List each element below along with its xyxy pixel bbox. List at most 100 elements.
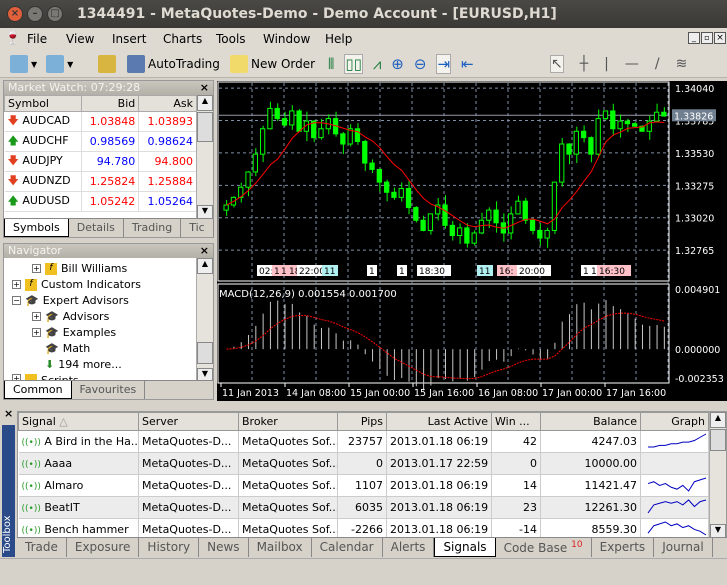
nav-bill-williams[interactable]: + f Bill Williams [32, 262, 127, 275]
price-chart[interactable]: 1.340401.337851.335301.332751.330201.327… [217, 81, 727, 401]
menu-tools[interactable]: Tools [216, 32, 246, 46]
tab-trading[interactable]: Trading [124, 219, 182, 237]
col-broker[interactable]: Broker [238, 412, 338, 431]
signal-row[interactable]: ((•)) Aaaa MetaQuotes-D... MetaQuotes So… [18, 452, 709, 475]
navigator-tabs: Common Favourites [4, 380, 213, 399]
close-icon[interactable]: × [200, 81, 209, 95]
col-balance[interactable]: Balance [540, 412, 641, 431]
new-chart-icon[interactable] [10, 55, 28, 73]
menu-view[interactable]: View [66, 32, 94, 46]
nav-expert-advisors[interactable]: − 🎓 Expert Advisors [12, 294, 129, 307]
vertical-line-icon[interactable]: | [604, 56, 609, 72]
menu-charts[interactable]: Charts [163, 32, 202, 46]
maximize-window-button[interactable]: □ [47, 6, 63, 22]
autoscroll-icon[interactable]: ⇥ [436, 54, 452, 74]
balance-cell: 10000.00 [540, 452, 641, 475]
signals-scrollbar[interactable]: ▲ ▼ [709, 412, 726, 538]
signal-broadcast-icon: ((•)) [21, 482, 41, 492]
tab-history[interactable]: History [139, 538, 200, 557]
zoom-out-icon[interactable]: ⊖ [414, 55, 427, 73]
col-win[interactable]: Win ... [491, 412, 541, 431]
tab-news[interactable]: News [199, 538, 249, 557]
line-chart-icon[interactable]: ⩘ [373, 55, 381, 73]
market-watch-row[interactable]: 🡇 AUDCAD 1.03848 1.03893 [4, 111, 197, 132]
status-bar [0, 558, 727, 585]
crosshair-icon[interactable]: ┼ [580, 56, 588, 72]
horizontal-line-icon[interactable]: — [625, 56, 639, 72]
nav-math[interactable]: 🎓 Math [45, 342, 90, 355]
col-last-active[interactable]: Last Active [386, 412, 492, 431]
new-order-icon [230, 55, 248, 73]
tab-favourites[interactable]: Favourites [72, 381, 146, 399]
tab-ticks[interactable]: Tic [181, 219, 214, 237]
close-icon[interactable]: × [4, 407, 13, 420]
trendline-icon[interactable]: / [655, 56, 660, 72]
tab-exposure[interactable]: Exposure [67, 538, 140, 557]
win-cell: 42 [491, 430, 541, 453]
menu-file[interactable]: File [27, 32, 47, 46]
candle-body [427, 213, 434, 231]
mdi-minimize-button[interactable]: _ [688, 32, 700, 44]
menu-window[interactable]: Window [263, 32, 310, 46]
close-window-button[interactable]: × [7, 6, 23, 22]
col-graph[interactable]: Graph [640, 412, 709, 431]
autotrading-button[interactable]: AutoTrading [127, 53, 220, 75]
navigator-scrollbar[interactable]: ▲ ▼ [196, 258, 213, 384]
tab-alerts[interactable]: Alerts [383, 538, 435, 557]
metaeditor-icon[interactable] [98, 55, 116, 73]
candlestick-icon[interactable]: ▯▯ [344, 54, 363, 74]
tab-journal[interactable]: Journal [654, 538, 713, 557]
candle-body [456, 227, 463, 237]
candle-body [398, 187, 404, 198]
minimize-window-button[interactable]: – [27, 6, 43, 22]
menu-help[interactable]: Help [325, 32, 352, 46]
chart-window[interactable]: 1.34040 1.33785 1.33530 1.33275 1.33020 1.327… [217, 81, 727, 401]
candle-body [544, 229, 550, 239]
menu-insert[interactable]: Insert [112, 32, 146, 46]
tab-trade[interactable]: Trade [17, 538, 67, 557]
tab-experts[interactable]: Experts [592, 538, 655, 557]
market-watch-row[interactable]: 🡅 AUDUSD 1.05242 1.05264 [4, 191, 197, 212]
new-order-button[interactable]: New Order [230, 53, 315, 75]
col-server[interactable]: Server [138, 412, 239, 431]
close-icon[interactable]: × [200, 244, 209, 258]
market-watch-panel: Market Watch: 07:29:28 × Symbol Bid Ask 🡇… [3, 80, 214, 238]
tab-calendar[interactable]: Calendar [312, 538, 383, 557]
col-pips[interactable]: Pips [337, 412, 387, 431]
event-label: 1 [399, 267, 405, 277]
balance-sparkline [644, 453, 709, 471]
profiles-icon[interactable] [46, 55, 65, 73]
cursor-icon[interactable]: ↖ [550, 55, 564, 73]
signal-row[interactable]: ((•)) A Bird in the Ha... MetaQuotes-D..… [18, 430, 709, 453]
signal-row[interactable]: ((•)) BeatIT MetaQuotes-D... MetaQuotes … [18, 496, 709, 519]
nav-custom-indicators[interactable]: + f Custom Indicators [12, 278, 141, 291]
elliott-wave-icon[interactable]: ≋ [676, 56, 688, 72]
mdi-restore-button[interactable]: ▫ [701, 32, 713, 44]
nav-examples[interactable]: + 🎓 Examples [32, 326, 116, 339]
server-cell: MetaQuotes-D... [138, 430, 239, 453]
bar-chart-icon[interactable]: ⫴ [328, 55, 334, 73]
tab-symbols[interactable]: Symbols [4, 219, 69, 237]
chart-shift-icon[interactable]: ⇤ [461, 55, 474, 73]
tab-code-base[interactable]: Code Base 10 [496, 538, 592, 557]
col-ask[interactable]: Ask [138, 95, 197, 112]
col-signal[interactable]: Signal △ [18, 412, 139, 431]
mdi-close-button[interactable]: × [714, 32, 726, 44]
price-axis-label: 1.33020 [675, 214, 714, 225]
col-bid[interactable]: Bid [80, 95, 140, 112]
col-symbol[interactable]: Symbol [4, 95, 82, 112]
signal-row[interactable]: ((•)) Almaro MetaQuotes-D... MetaQuotes … [18, 474, 709, 497]
zoom-in-icon[interactable]: ⊕ [391, 55, 404, 73]
signal-row[interactable]: ((•)) Bench hammer MetaQuotes-D... MetaQ… [18, 518, 709, 538]
tab-common[interactable]: Common [4, 381, 72, 399]
market-watch-scrollbar[interactable]: ▲ ▼ [196, 95, 213, 221]
market-watch-row[interactable]: 🡇 AUDNZD 1.25824 1.25884 [4, 171, 197, 192]
market-watch-row[interactable]: 🡅 AUDCHF 0.98569 0.98624 [4, 131, 197, 152]
tab-signals[interactable]: Signals [434, 538, 496, 557]
market-watch-row[interactable]: 🡇 AUDJPY 94.780 94.800 [4, 151, 197, 172]
nav-advisors[interactable]: + 🎓 Advisors [32, 310, 109, 323]
nav-more[interactable]: ⬇ 194 more... [45, 358, 122, 371]
tab-details[interactable]: Details [69, 219, 124, 237]
tab-mailbox[interactable]: Mailbox [249, 538, 312, 557]
event-label: 18:30 [419, 267, 445, 277]
